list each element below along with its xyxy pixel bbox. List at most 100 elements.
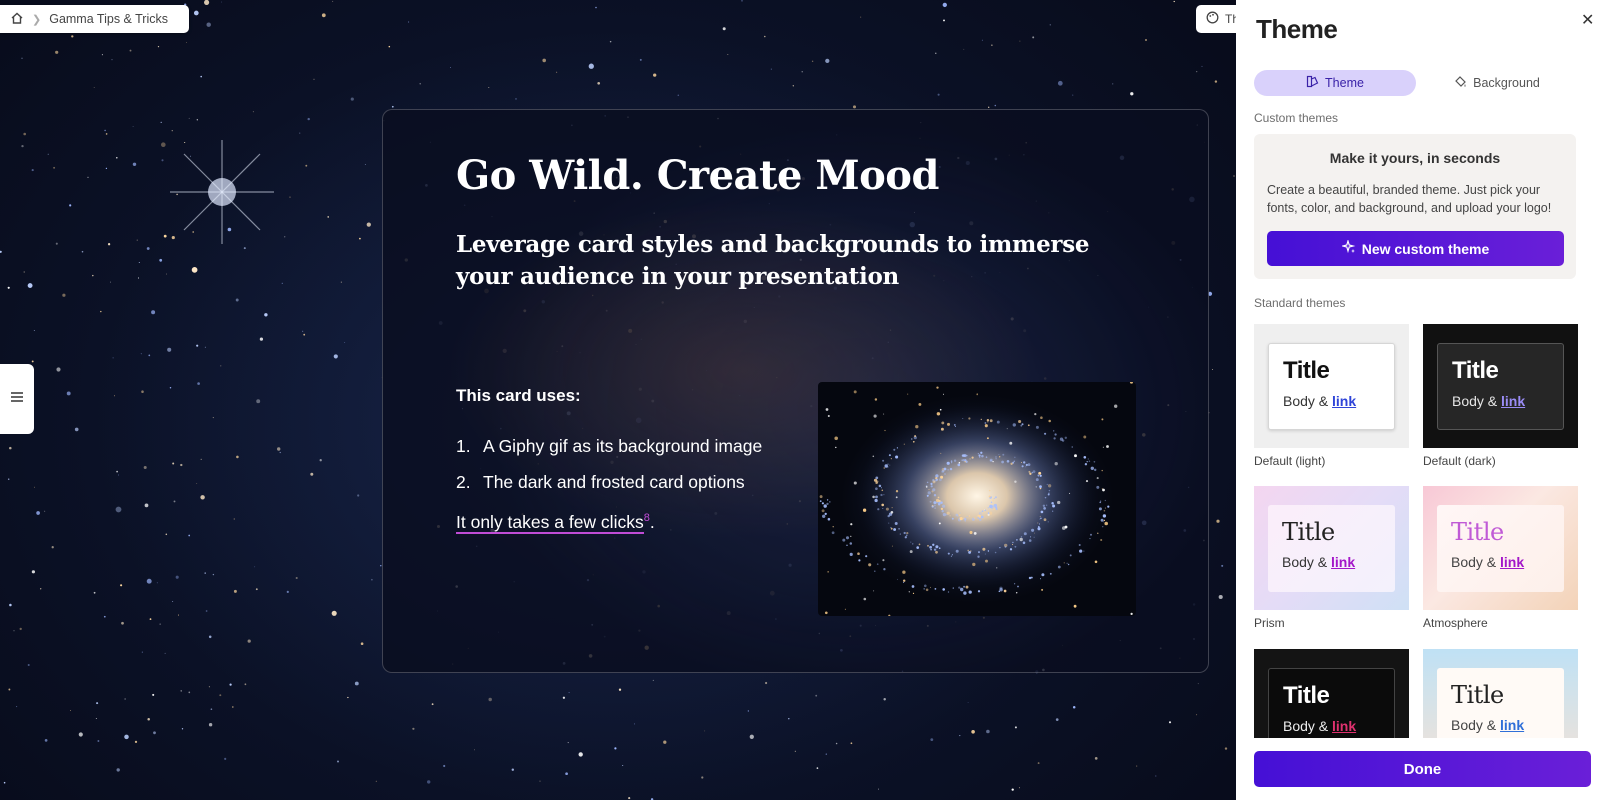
breadcrumb[interactable]: ❯ Gamma Tips & Tricks (0, 5, 189, 33)
new-custom-theme-button[interactable]: New custom theme (1267, 231, 1564, 266)
star (163, 234, 167, 238)
theme-preview-link: link (1500, 717, 1525, 733)
theme-option-prism[interactable]: Title Body & link Prism (1254, 486, 1409, 630)
breadcrumb-current[interactable]: Gamma Tips & Tricks (49, 12, 168, 26)
star (44, 510, 46, 512)
background-star (1014, 480, 1017, 483)
theme-tabs: Theme Background (1254, 70, 1578, 96)
done-button[interactable]: Done (1254, 751, 1591, 787)
theme-option-dark-pink[interactable]: Title Body & link (1254, 649, 1409, 738)
galaxy-star (947, 468, 949, 471)
star (321, 13, 326, 18)
theme-name: Default (light) (1254, 454, 1326, 468)
galaxy-star (831, 531, 835, 535)
background-star (936, 412, 941, 416)
galaxy-star (903, 531, 906, 535)
tab-background[interactable]: Background (1416, 70, 1578, 96)
star (149, 618, 152, 620)
galaxy-star (1004, 546, 1007, 548)
galaxy-star (962, 417, 964, 419)
background-star (912, 592, 915, 595)
galaxy-star (1037, 527, 1041, 531)
galaxy-star (1052, 504, 1056, 508)
star (224, 757, 227, 760)
galaxy-star (935, 550, 938, 554)
star (247, 639, 251, 643)
galaxy-star (943, 467, 947, 471)
galaxy-star (977, 453, 979, 455)
galaxy-star (1066, 562, 1068, 564)
star (279, 451, 281, 454)
galaxy-star (875, 495, 878, 499)
galaxy-star (947, 591, 950, 593)
background-star (972, 562, 976, 567)
star (115, 506, 122, 513)
star (151, 310, 156, 315)
star (994, 104, 997, 107)
star (595, 6, 597, 9)
tab-theme[interactable]: Theme (1254, 70, 1416, 96)
outline-toggle-button[interactable] (0, 364, 34, 434)
list-item[interactable]: 1. A Giphy gif as its background image (456, 428, 762, 464)
theme-preview-body: Body & link (1451, 717, 1550, 733)
galaxy-star (1093, 460, 1096, 463)
galaxy-star (966, 516, 968, 517)
background-star (888, 614, 891, 616)
star (21, 57, 23, 59)
theme-option-default-light[interactable]: Title Body & link Default (light) (1254, 324, 1409, 468)
theme-preview-body-text: Body & (1451, 554, 1497, 570)
star (173, 500, 176, 503)
star (181, 728, 184, 730)
galaxy-star (946, 461, 950, 465)
card-subtitle[interactable]: Leverage card styles and backgrounds to … (456, 229, 1116, 293)
star (137, 277, 140, 279)
star (161, 159, 164, 162)
star (180, 690, 182, 692)
galaxy-star (933, 504, 936, 507)
star (1212, 369, 1214, 371)
home-icon[interactable] (10, 11, 24, 28)
galaxy-star (1037, 522, 1039, 524)
galaxy-star (1021, 462, 1022, 463)
close-icon[interactable]: ✕ (1581, 10, 1594, 30)
galaxy-star (1097, 532, 1099, 534)
slide-card[interactable]: Go Wild. Create Mood Leverage card style… (382, 109, 1209, 673)
theme-option-sky[interactable]: Title Body & link (1423, 649, 1578, 738)
galaxy-star (942, 588, 945, 591)
few-clicks-link[interactable]: It only takes a few clicks (456, 512, 644, 534)
star (1130, 92, 1134, 96)
star (171, 236, 175, 240)
galaxy-star (1033, 536, 1035, 538)
galaxy-image[interactable] (818, 382, 1136, 616)
star (114, 395, 115, 397)
theme-option-atmosphere[interactable]: Title Body & link Atmosphere (1423, 486, 1578, 630)
galaxy-star (1046, 504, 1048, 506)
background-star (853, 390, 857, 394)
galaxy-star (1020, 536, 1023, 538)
star (196, 119, 198, 121)
star (628, 797, 631, 800)
star (281, 282, 283, 285)
star (652, 679, 654, 681)
star (359, 237, 361, 240)
list-item[interactable]: 2. The dark and frosted card options (456, 464, 762, 500)
galaxy-star (926, 481, 929, 484)
star (568, 692, 570, 694)
galaxy-star (1079, 549, 1083, 553)
star (165, 533, 168, 536)
galaxy-star (989, 458, 993, 462)
galaxy-star (849, 542, 853, 545)
theme-option-default-dark[interactable]: Title Body & link Default (dark) (1423, 324, 1578, 468)
star (136, 239, 138, 241)
uses-heading[interactable]: This card uses: (456, 386, 581, 406)
new-custom-theme-label: New custom theme (1361, 240, 1490, 257)
card-title[interactable]: Go Wild. Create Mood (456, 152, 939, 199)
galaxy-star (1023, 532, 1027, 536)
background-star (936, 386, 939, 389)
theme-preview-body-text: Body & (1451, 717, 1497, 733)
star (539, 780, 541, 782)
galaxy-star (1104, 507, 1106, 509)
star (431, 703, 434, 706)
star (116, 768, 120, 772)
star (825, 58, 830, 64)
